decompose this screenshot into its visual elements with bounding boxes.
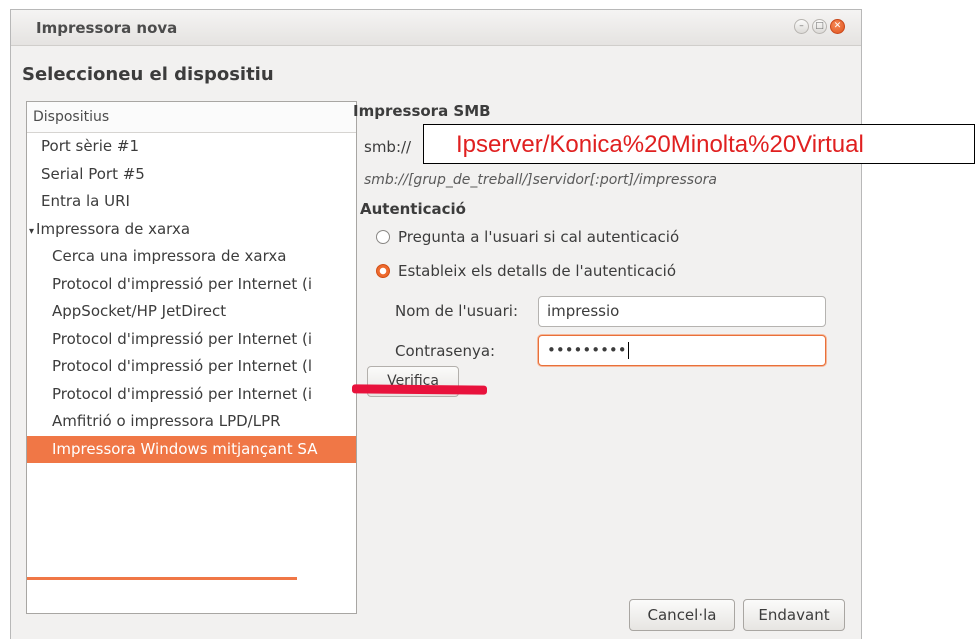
device-item-ipp-3[interactable]: Protocol d'impressió per Internet (l (27, 353, 356, 381)
device-item-ipp-2[interactable]: Protocol d'impressió per Internet (i (27, 326, 356, 354)
auth-section-title: Autenticació (360, 200, 466, 218)
device-item-label: AppSocket/HP JetDirect (52, 302, 227, 320)
expander-down-icon[interactable]: ▾ (29, 218, 34, 246)
maximize-icon[interactable]: □ (812, 19, 827, 34)
device-item-windows-samba[interactable]: Impressora Windows mitjançant SA (27, 435, 356, 463)
device-item-ipp-1[interactable]: Protocol d'impressió per Internet (i (27, 271, 356, 299)
smb-uri-input[interactable]: Ipserver/Konica%20Minolta%20Virtual (423, 124, 975, 164)
window-title: Impressora nova (36, 19, 178, 37)
device-item-lpd[interactable]: Amfitrió o impressora LPD/LPR (27, 408, 356, 436)
page-title: Seleccioneu el dispositiu (22, 64, 274, 85)
device-item-find-network-printer[interactable]: Cerca una impressora de xarxa (27, 243, 356, 271)
cancel-button[interactable]: Cancel·la (629, 599, 735, 631)
radio-checked-icon[interactable] (376, 264, 390, 278)
text-caret (627, 342, 629, 359)
radio-set-details-label: Estableix els detalls de l'autenticació (398, 262, 677, 280)
device-item-label: Protocol d'impressió per Internet (i (52, 384, 313, 403)
device-list: Dispositius Port sèrie #1 Serial Port #5… (26, 101, 357, 614)
window-controls: – □ ✕ (794, 19, 845, 34)
device-list-header[interactable]: Dispositius (27, 102, 356, 133)
device-item-label: Protocol d'impressió per Internet (i (52, 274, 313, 293)
horizontal-scrollbar[interactable] (27, 577, 297, 580)
device-item-appsocket[interactable]: AppSocket/HP JetDirect (27, 298, 356, 326)
redaction-mark (351, 384, 488, 395)
close-icon[interactable]: ✕ (830, 19, 845, 34)
password-value: ••••••••• (547, 341, 627, 359)
username-input[interactable]: impressio (538, 296, 826, 327)
smb-prefix-label: smb:// (364, 138, 412, 156)
device-item-enter-uri[interactable]: Entra la URI (27, 188, 356, 216)
device-group-network-printer[interactable]: ▾ Impressora de xarxa (27, 216, 356, 244)
title-bar: Impressora nova – □ ✕ (11, 10, 861, 46)
device-item-ipp-4[interactable]: Protocol d'impressió per Internet (i (27, 381, 356, 409)
radio-set-details[interactable]: Estableix els detalls de l'autenticació (376, 262, 676, 280)
password-input[interactable]: ••••••••• (538, 335, 826, 366)
device-item-serial-port-5[interactable]: Serial Port #5 (27, 161, 356, 189)
device-item-label: Impressora de xarxa (36, 219, 191, 238)
smb-section-title: Impressora SMB (353, 102, 491, 120)
device-item-label: Serial Port #5 (41, 164, 145, 183)
smb-uri-hint: smb://[grup_de_treball/]servidor[:port]/… (364, 172, 717, 188)
radio-ask-user[interactable]: Pregunta a l'usuari si cal autenticació (376, 228, 679, 246)
radio-ask-user-label: Pregunta a l'usuari si cal autenticació (398, 228, 680, 246)
password-label: Contrasenya: (395, 342, 496, 360)
device-item-label: Protocol d'impressió per Internet (l (52, 357, 313, 375)
minimize-icon[interactable]: – (794, 19, 809, 34)
device-item-label: Amfitrió o impressora LPD/LPR (52, 412, 281, 430)
username-label: Nom de l'usuari: (395, 302, 518, 320)
device-item-label: Cerca una impressora de xarxa (52, 247, 287, 265)
device-item-label: Protocol d'impressió per Internet (i (52, 329, 313, 348)
forward-button[interactable]: Endavant (743, 599, 845, 631)
radio-unchecked-icon[interactable] (376, 230, 390, 244)
device-item-label: Impressora Windows mitjançant SA (52, 439, 318, 458)
device-item-serial-port-1[interactable]: Port sèrie #1 (27, 133, 356, 161)
device-item-label: Entra la URI (41, 192, 130, 210)
device-item-label: Port sèrie #1 (41, 137, 139, 155)
